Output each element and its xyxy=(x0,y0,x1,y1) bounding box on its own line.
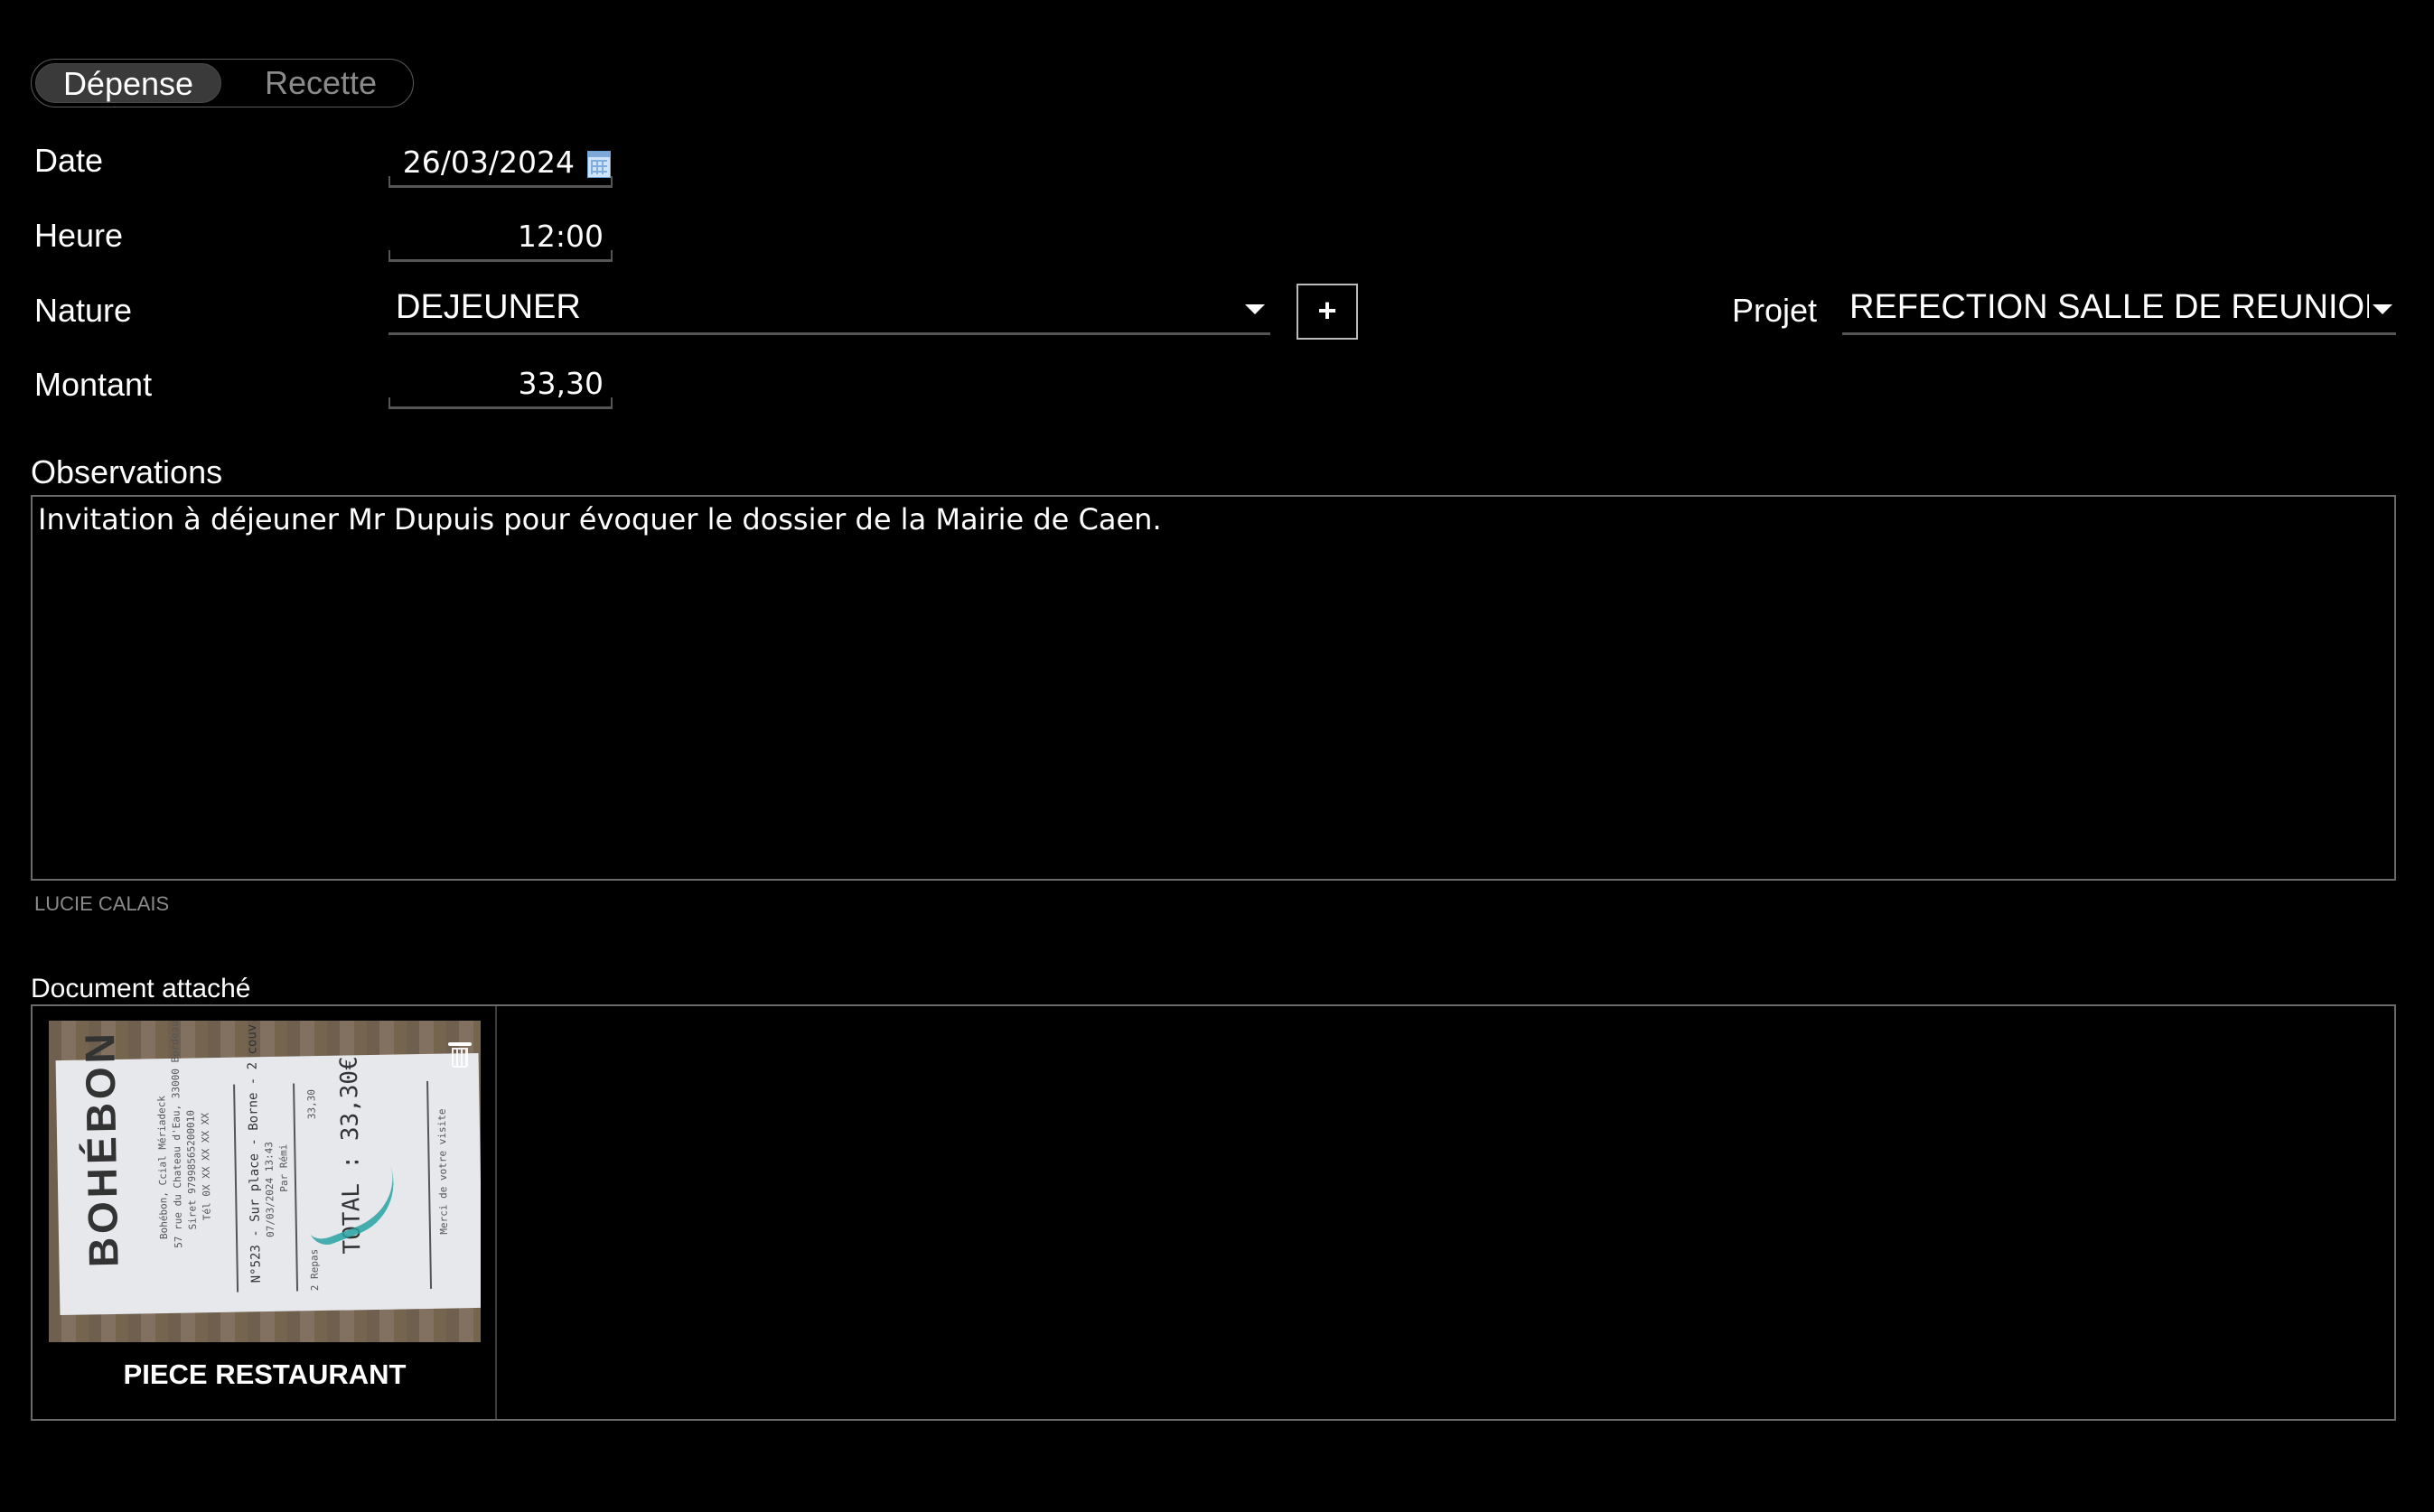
receipt-brand: BOHÉBON xyxy=(75,1029,127,1268)
observations-text: Invitation à déjeuner Mr Dupuis pour évo… xyxy=(38,502,1162,537)
receipt-siret: Siret 97998565200010 xyxy=(184,1109,199,1230)
receipt-datetime: 07/03/2024 13:43 xyxy=(263,1141,277,1238)
receipt-server: Par Rémi xyxy=(277,1143,291,1192)
attachments-label: Document attaché xyxy=(31,974,251,1003)
attachments-panel: BOHÉBON Bohébon, Ccial Mériadeck 57 rue … xyxy=(31,1004,2396,1421)
date-label: Date xyxy=(34,142,104,179)
heure-value: 12:00 xyxy=(517,219,604,254)
heure-label: Heure xyxy=(34,217,124,254)
toggle-option-recette[interactable]: Recette xyxy=(230,63,411,103)
observations-label: Observations xyxy=(31,453,223,490)
heure-field[interactable]: 12:00 xyxy=(389,219,613,262)
nature-select[interactable]: DEJEUNER xyxy=(389,285,1270,335)
receipt-address: Bohébon, Ccial Mériadeck xyxy=(155,1095,171,1240)
type-toggle: Dépense Recette xyxy=(31,59,414,107)
observations-textarea[interactable]: Invitation à déjeuner Mr Dupuis pour évo… xyxy=(31,495,2396,881)
receipt-phone: Tél 0X XX XX XX XX xyxy=(199,1112,213,1221)
nature-label: Nature xyxy=(34,292,133,329)
attachment-divider xyxy=(495,1006,497,1419)
projet-select[interactable]: REFECTION SALLE DE REUNION xyxy=(1842,285,2396,335)
attachment-title: PIECE RESTAURANT xyxy=(123,1358,407,1390)
date-value: 26/03/2024 xyxy=(402,145,575,180)
attachment-thumbnail[interactable]: BOHÉBON Bohébon, Ccial Mériadeck 57 rue … xyxy=(49,1021,481,1342)
projet-label: Projet xyxy=(1732,292,1818,329)
chevron-down-icon xyxy=(2373,304,2392,314)
nature-value: DEJEUNER xyxy=(396,288,581,326)
toggle-option-depense[interactable]: Dépense xyxy=(35,63,221,103)
chevron-down-icon xyxy=(1245,304,1265,314)
receipt-order: N°523 - Sur place - Borne - 2 couv. xyxy=(244,1021,264,1283)
date-field[interactable]: 26/03/2024 xyxy=(389,145,613,188)
add-nature-button[interactable]: + xyxy=(1297,284,1358,340)
calendar-icon[interactable] xyxy=(587,151,611,178)
montant-label: Montant xyxy=(34,366,153,403)
montant-value: 33,30 xyxy=(518,366,604,401)
receipt-footer: Merci de votre visite xyxy=(435,1108,450,1235)
trash-icon[interactable] xyxy=(448,1042,472,1068)
montant-field[interactable]: 33,30 xyxy=(389,366,613,409)
receipt-line-item: 2 Repas xyxy=(308,1248,322,1292)
projet-value: REFECTION SALLE DE REUNION xyxy=(1849,288,2369,326)
receipt-image: BOHÉBON Bohébon, Ccial Mériadeck 57 rue … xyxy=(55,1021,481,1316)
author-label: LUCIE CALAIS xyxy=(34,892,170,915)
checkmark-annotation xyxy=(294,1156,409,1250)
receipt-line-amount: 33,30 xyxy=(305,1088,318,1120)
